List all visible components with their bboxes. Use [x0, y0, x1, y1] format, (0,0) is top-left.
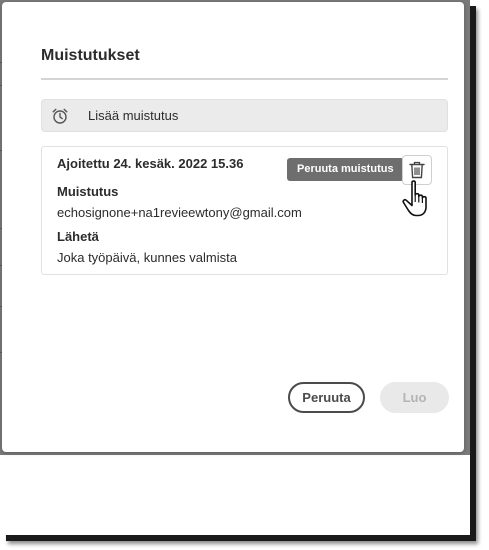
trash-icon	[409, 161, 425, 179]
reminder-scheduled-date: Ajoitettu 24. kesäk. 2022 15.36	[57, 156, 244, 171]
hand-pointer-icon	[402, 180, 427, 217]
add-reminder-button[interactable]: Lisää muistutus	[41, 99, 448, 132]
reminder-frequency: Joka työpäivä, kunnes valmista	[57, 250, 237, 265]
reminders-dialog: Muistutukset Lisää muistutus Ajoitettu 2…	[2, 2, 464, 452]
add-reminder-label: Lisää muistutus	[88, 108, 179, 123]
title-divider	[41, 78, 448, 80]
cancel-reminder-tooltip: Peruuta muistutus	[287, 158, 409, 181]
screenshot-frame: Muistutukset Lisää muistutus Ajoitettu 2…	[0, 0, 470, 535]
create-button[interactable]: Luo	[380, 382, 449, 413]
reminder-label: Muistutus	[57, 184, 119, 199]
dialog-title: Muistutukset	[41, 47, 140, 64]
page-below-backdrop	[0, 455, 470, 535]
send-label: Lähetä	[57, 229, 99, 244]
cancel-button[interactable]: Peruuta	[288, 382, 365, 413]
reminder-recipient: echosignone+na1revieewtony@gmail.com	[57, 205, 302, 220]
alarm-clock-icon	[52, 108, 68, 124]
